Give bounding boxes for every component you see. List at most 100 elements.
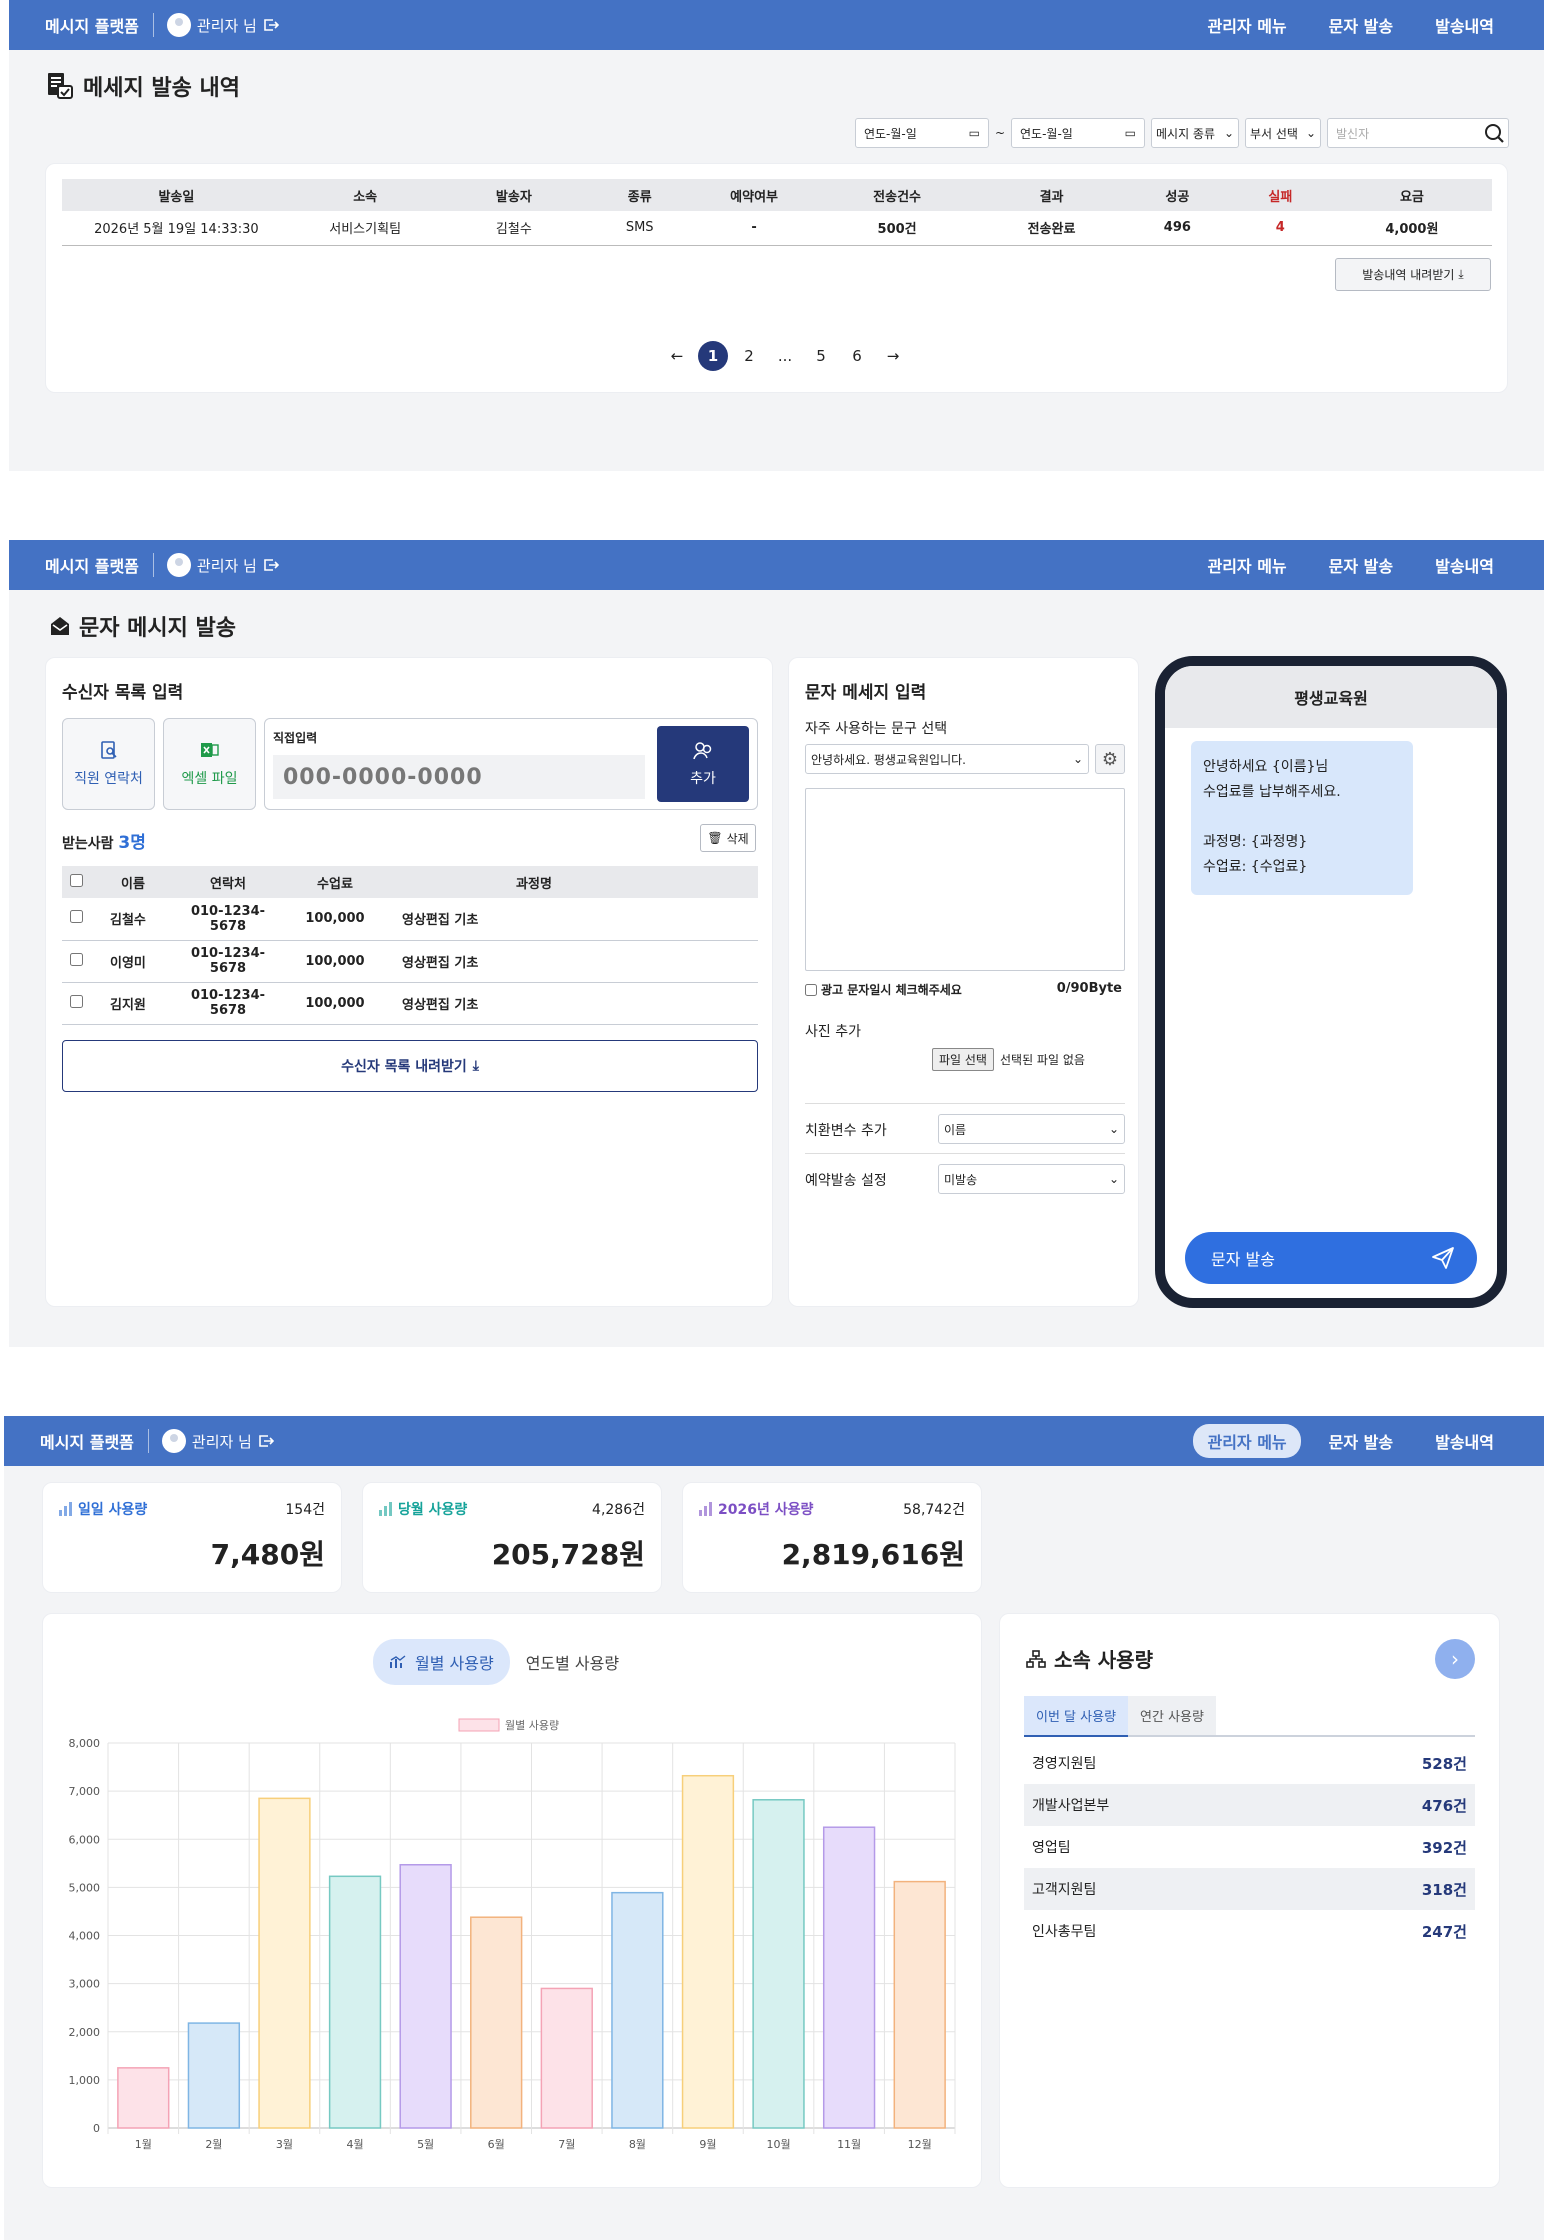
user-menu[interactable]: 관리자 님 bbox=[166, 13, 279, 37]
bar-9[interactable] bbox=[681, 1774, 735, 2129]
table-header: 이름 연락처 수업료 과정명 bbox=[62, 866, 758, 898]
nav-send-sms[interactable]: 문자 발송 bbox=[1315, 8, 1407, 42]
row-checkbox[interactable] bbox=[69, 952, 83, 966]
nav-admin-menu[interactable]: 관리자 메뉴 bbox=[1193, 1424, 1301, 1458]
row-checkbox[interactable] bbox=[69, 994, 83, 1008]
recipients-download-button[interactable]: 수신자 목록 내려받기 ⤓ bbox=[62, 1040, 758, 1092]
list-item[interactable]: 고객지원팀 318건 bbox=[1024, 1868, 1475, 1910]
platform-logo[interactable]: 메시지 플랫폼 bbox=[40, 1429, 149, 1453]
nav-history[interactable]: 발송내역 bbox=[1421, 8, 1508, 42]
bar-12[interactable] bbox=[893, 1880, 946, 2129]
excel-file-button[interactable]: 엑셀 파일 bbox=[163, 718, 256, 810]
message-textarea[interactable] bbox=[805, 788, 1125, 971]
logout-icon[interactable] bbox=[263, 18, 279, 32]
send-message-button[interactable]: 문자 발송 bbox=[1185, 1232, 1477, 1284]
file-select-button[interactable]: 파일 선택 bbox=[932, 1048, 994, 1071]
logout-icon[interactable] bbox=[258, 1434, 274, 1448]
table-row[interactable]: 김철수 010-1234-5678 100,000 영상편집 기초 bbox=[62, 898, 758, 940]
stat-card: 일일 사용량 154건 7,480원 bbox=[42, 1482, 342, 1593]
x-tick-label: 10월 bbox=[766, 2138, 790, 2151]
tab-this-month[interactable]: 이번 달 사용량 bbox=[1024, 1696, 1129, 1737]
direct-input-label: 직접입력 bbox=[273, 731, 318, 745]
page-1[interactable]: 1 bbox=[698, 341, 728, 371]
next-page-arrow-icon[interactable]: → bbox=[878, 341, 908, 371]
list-item[interactable]: 인사총무팀 247건 bbox=[1024, 1910, 1475, 1952]
reserve-select[interactable]: 미발송 ⌄ bbox=[938, 1164, 1125, 1194]
date-from-input[interactable]: 연도-월-일 ▭ bbox=[854, 118, 989, 148]
envelope-open-icon bbox=[51, 617, 69, 635]
phrase-select[interactable]: 안녕하세요. 평생교육원입니다. ⌄ bbox=[805, 744, 1089, 774]
nav-admin-menu[interactable]: 관리자 메뉴 bbox=[1193, 8, 1300, 42]
variable-select[interactable]: 이름 ⌄ bbox=[938, 1114, 1125, 1144]
stat-label-row: 2026년 사용량 bbox=[699, 1499, 813, 1519]
page-6[interactable]: 6 bbox=[842, 341, 872, 371]
dept-tabs: 이번 달 사용량 연간 사용량 bbox=[1024, 1696, 1475, 1737]
bar-chart-icon bbox=[59, 1502, 72, 1516]
search-icon[interactable] bbox=[1480, 119, 1508, 147]
phone-number-input[interactable]: 000-0000-0000 bbox=[273, 755, 645, 799]
delete-button[interactable]: 🗑 삭제 bbox=[700, 824, 756, 852]
logout-icon[interactable] bbox=[263, 558, 279, 572]
table-cell: 500건 bbox=[877, 222, 917, 238]
page-2[interactable]: 2 bbox=[734, 341, 764, 371]
bar-3[interactable] bbox=[258, 1797, 311, 2129]
message-title: 문자 메세지 입력 bbox=[805, 683, 927, 703]
sender-search-input[interactable]: 발신자 bbox=[1328, 125, 1369, 142]
col-fee: 수업료 bbox=[317, 876, 353, 892]
sender-search[interactable]: 발신자 bbox=[1327, 118, 1509, 148]
table-row[interactable]: 이영미 010-1234-5678 100,000 영상편집 기초 bbox=[62, 940, 758, 982]
staff-contacts-button[interactable]: 직원 연락처 bbox=[62, 718, 155, 810]
select-all-checkbox[interactable] bbox=[69, 873, 83, 887]
add-recipient-button[interactable]: 추가 bbox=[657, 726, 749, 802]
list-item[interactable]: 경영지원팀 528건 bbox=[1024, 1742, 1475, 1784]
nav-send-sms[interactable]: 문자 발송 bbox=[1315, 1424, 1407, 1458]
gear-icon: ⚙ bbox=[1101, 748, 1119, 770]
stat-count: 58,742건 bbox=[903, 1502, 965, 1518]
list-item[interactable]: 개발사업본부 476건 bbox=[1024, 1784, 1475, 1826]
bar-6[interactable] bbox=[470, 1916, 523, 2129]
bar-2[interactable] bbox=[187, 2022, 241, 2129]
phrase-settings-button[interactable]: ⚙ bbox=[1095, 744, 1125, 774]
nav-send-sms[interactable]: 문자 발송 bbox=[1315, 548, 1407, 582]
table-cell: 4 bbox=[1275, 220, 1285, 236]
dept-next-button[interactable]: › bbox=[1435, 1639, 1475, 1679]
bar-4[interactable] bbox=[328, 1875, 382, 2129]
avatar bbox=[161, 1429, 186, 1453]
date-to-input[interactable]: 연도-월-일 ▭ bbox=[1011, 118, 1145, 148]
history-download-button[interactable]: 발송내역 내려받기 ⤓ bbox=[1335, 258, 1491, 291]
platform-logo[interactable]: 메시지 플랫폼 bbox=[45, 13, 154, 37]
message-type-select[interactable]: 메시지 종류 ⌄ bbox=[1151, 118, 1239, 148]
history-table: 발송일 소속 발송자 종류 예약여부 전송건수 결과 성공 실패 요금 2026년 5월 19일 … bbox=[62, 179, 1492, 246]
platform-logo[interactable]: 메시지 플랫폼 bbox=[45, 553, 154, 577]
x-tick-label: 8월 bbox=[629, 2138, 646, 2151]
stat-card: 2026년 사용량 58,742건 2,819,616원 bbox=[682, 1482, 982, 1593]
stat-card: 당월 사용량 4,286건 205,728원 bbox=[362, 1482, 662, 1593]
bar-1[interactable] bbox=[117, 2067, 170, 2129]
nav-admin-menu[interactable]: 관리자 메뉴 bbox=[1193, 548, 1300, 582]
tab-annual[interactable]: 연간 사용량 bbox=[1128, 1696, 1216, 1735]
bar-11[interactable] bbox=[822, 1826, 876, 2129]
y-tick-label: 7,000 bbox=[69, 1785, 101, 1798]
list-item[interactable]: 영업팀 392건 bbox=[1024, 1826, 1475, 1868]
y-tick-label: 1,000 bbox=[69, 2074, 101, 2087]
row-checkbox[interactable] bbox=[69, 910, 83, 924]
bar-10[interactable] bbox=[752, 1799, 805, 2129]
nav-history[interactable]: 발송내역 bbox=[1421, 1424, 1508, 1458]
staff-contacts-label: 직원 연락처 bbox=[74, 771, 143, 787]
dept-select[interactable]: 부서 선택 ⌄ bbox=[1245, 118, 1321, 148]
user-menu[interactable]: 관리자 님 bbox=[166, 553, 279, 577]
ad-checkbox[interactable] bbox=[805, 983, 817, 996]
user-menu[interactable]: 관리자 님 bbox=[161, 1429, 274, 1453]
direct-input-box: 직접입력 000-0000-0000 추가 bbox=[264, 718, 758, 810]
bar-5[interactable] bbox=[399, 1864, 452, 2129]
recipients-download-label: 수신자 목록 내려받기 bbox=[341, 1059, 467, 1075]
page-5[interactable]: 5 bbox=[806, 341, 836, 371]
delete-label: 삭제 bbox=[726, 831, 749, 846]
bar-7[interactable] bbox=[540, 1987, 593, 2129]
dept-count: 392건 bbox=[1421, 1838, 1467, 1857]
table-row[interactable]: 2026년 5월 19일 14:33:30 서비스기획팀 김철수 SMS - 500건 전송… bbox=[62, 211, 1492, 245]
prev-page-arrow-icon[interactable]: ← bbox=[662, 341, 692, 371]
table-row[interactable]: 김지원 010-1234-5678 100,000 영상편집 기초 bbox=[62, 982, 758, 1024]
nav-history[interactable]: 발송내역 bbox=[1421, 548, 1508, 582]
bar-8[interactable] bbox=[611, 1891, 664, 2129]
